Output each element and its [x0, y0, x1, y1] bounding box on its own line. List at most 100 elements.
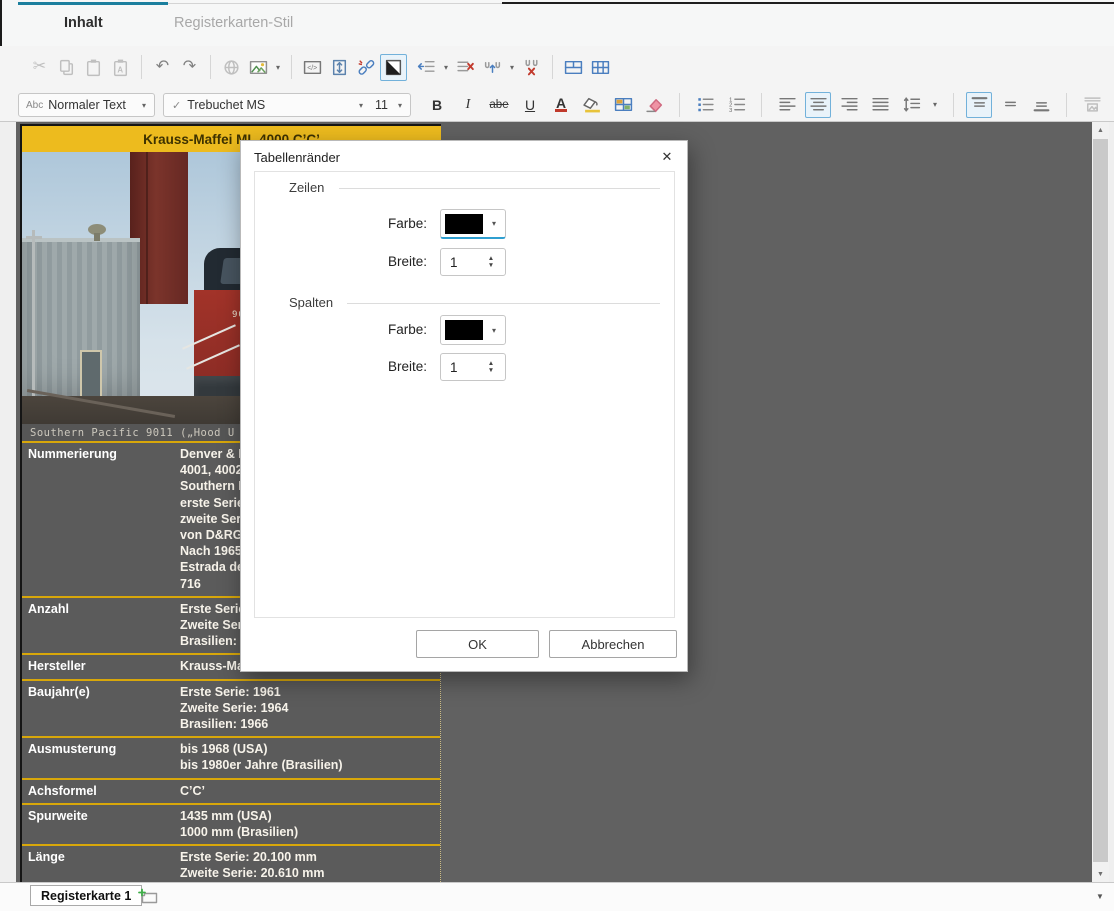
row-label: Anzahl: [22, 601, 180, 650]
paste-icon[interactable]: [80, 54, 107, 81]
svg-text:3: 3: [729, 108, 732, 114]
divider: [1066, 93, 1067, 117]
svg-text:</>: </>: [307, 65, 317, 72]
insert-image-icon[interactable]: [245, 54, 272, 81]
image-menu-caret[interactable]: ▾: [272, 63, 284, 72]
align-justify-icon[interactable]: [867, 92, 893, 118]
divider: [141, 55, 142, 79]
table-row: LängeErste Serie: 20.100 mm Zweite Serie…: [22, 844, 440, 882]
zeilen-spin-down[interactable]: ▼: [488, 263, 494, 269]
unlink-icon[interactable]: [353, 54, 380, 81]
add-tab-icon[interactable]: [138, 888, 160, 904]
spalten-spin-down[interactable]: ▼: [488, 368, 494, 374]
insert-column-icon[interactable]: [479, 54, 506, 81]
cancel-button[interactable]: Abbrechen: [549, 630, 677, 658]
paste-format-icon[interactable]: A: [107, 54, 134, 81]
source-code-icon[interactable]: </>: [299, 54, 326, 81]
toolbar-format: Abc Normaler Text ▾ ✓ Trebuchet MS ▾ 11 …: [0, 88, 1114, 122]
numbered-list-icon[interactable]: 123: [723, 92, 749, 118]
valign-bottom-icon[interactable]: [1028, 92, 1054, 118]
image-position-top-icon[interactable]: [1079, 92, 1105, 118]
copy-icon[interactable]: [53, 54, 80, 81]
registerkarte-tab[interactable]: Registerkarte 1: [30, 885, 142, 906]
align-right-icon[interactable]: [836, 92, 862, 118]
spalten-breite-input[interactable]: [441, 360, 477, 375]
insert-column-caret[interactable]: ▾: [506, 63, 518, 72]
align-center-icon[interactable]: [805, 92, 831, 118]
merge-cells-icon[interactable]: [560, 54, 587, 81]
font-size-caret[interactable]: ▾: [394, 101, 406, 110]
divider: [761, 93, 762, 117]
scroll-down-arrow[interactable]: ▼: [1092, 866, 1109, 882]
insert-link-icon[interactable]: [218, 54, 245, 81]
ok-button[interactable]: OK: [416, 630, 539, 658]
row-label: Spurweite: [22, 808, 180, 840]
font-size-value[interactable]: 11: [375, 98, 388, 112]
spalten-spin-up[interactable]: ▲: [488, 361, 494, 367]
zeilen-group-label: Zeilen: [289, 180, 332, 195]
underline-button[interactable]: U: [517, 92, 543, 118]
top-border-right: [502, 2, 1114, 4]
photo-pole: [32, 230, 35, 424]
app-window: Inhalt Registerkarten-Stil ✂ A ↶ ↷ ▾ </>…: [0, 0, 1114, 911]
align-left-icon[interactable]: [774, 92, 800, 118]
row-value: C’C’: [180, 783, 440, 799]
insert-row-caret[interactable]: ▾: [440, 63, 452, 72]
font-color-button[interactable]: A: [548, 92, 574, 118]
tab-overflow-caret[interactable]: ▼: [1096, 892, 1104, 901]
scroll-up-arrow[interactable]: ▲: [1092, 122, 1109, 138]
paragraph-style-dropdown[interactable]: Abc Normaler Text ▾: [18, 93, 155, 117]
line-height-icon[interactable]: [326, 54, 353, 81]
tab-strip: Inhalt Registerkarten-Stil: [0, 0, 1114, 46]
row-label: Länge: [22, 849, 180, 881]
delete-row-icon[interactable]: [452, 54, 479, 81]
valign-top-icon[interactable]: [966, 92, 992, 118]
divider: [552, 55, 553, 79]
cell-color-icon[interactable]: [610, 92, 636, 118]
tab-inhalt[interactable]: Inhalt: [64, 15, 103, 31]
paragraph-style-value: Normaler Text: [48, 98, 126, 112]
row-label: Baujahr(e): [22, 684, 180, 733]
row-value: bis 1968 (USA) bis 1980er Jahre (Brasili…: [180, 741, 440, 773]
zeilen-breite-label: Breite:: [297, 254, 427, 269]
bold-button[interactable]: B: [424, 92, 450, 118]
insert-row-icon[interactable]: [413, 54, 440, 81]
tab-registerkarten-stil[interactable]: Registerkarten-Stil: [174, 15, 293, 31]
tabellenraender-dialog: Tabellenränder ✕ Zeilen Farbe: ▾ Breite:…: [240, 140, 688, 672]
bottom-tab-bar: Registerkarte 1 ▼: [0, 882, 1114, 911]
row-value: 1435 mm (USA) 1000 mm (Brasilien): [180, 808, 440, 840]
spalten-farbe-dropdown[interactable]: ▾: [440, 315, 506, 345]
row-value: Erste Serie: 20.100 mm Zweite Serie: 20.…: [180, 849, 440, 881]
zeilen-spin-up[interactable]: ▲: [488, 256, 494, 262]
redo-icon[interactable]: ↷: [176, 54, 203, 81]
scroll-thumb[interactable]: [1093, 139, 1108, 862]
invert-colors-icon[interactable]: [380, 54, 407, 81]
photo-roof-vent: [88, 224, 106, 235]
delete-column-icon[interactable]: [518, 54, 545, 81]
image-position-middle-icon[interactable]: [1110, 92, 1114, 118]
italic-button[interactable]: I: [455, 92, 481, 118]
valign-middle-icon[interactable]: [997, 92, 1023, 118]
highlight-color-icon[interactable]: [579, 92, 605, 118]
zeilen-farbe-dropdown[interactable]: ▾: [440, 209, 506, 239]
vertical-scrollbar[interactable]: ▲ ▼: [1092, 122, 1109, 882]
zeilen-breite-input[interactable]: [441, 255, 477, 270]
dialog-content-panel: Zeilen Farbe: ▾ Breite: ▲▼ Spalten Farbe…: [254, 171, 675, 618]
bullet-list-icon[interactable]: [692, 92, 718, 118]
cut-icon[interactable]: ✂: [26, 54, 53, 81]
table-row: Baujahr(e)Erste Serie: 1961 Zweite Serie…: [22, 679, 440, 737]
active-tab-indicator: [18, 2, 168, 5]
style-caret: ▾: [138, 101, 150, 110]
dialog-title: Tabellenränder: [254, 150, 340, 165]
row-label: Achsformel: [22, 783, 180, 799]
check-icon: ✓: [172, 99, 181, 112]
split-cells-icon[interactable]: [587, 54, 614, 81]
close-icon[interactable]: ✕: [658, 148, 676, 166]
strikethrough-button[interactable]: abe: [486, 92, 512, 118]
clear-formatting-icon[interactable]: [641, 92, 667, 118]
line-spacing-icon[interactable]: [898, 92, 924, 118]
font-dropdown[interactable]: ✓ Trebuchet MS ▾ 11 ▾: [163, 93, 411, 117]
spalten-breite-label: Breite:: [297, 359, 427, 374]
undo-icon[interactable]: ↶: [149, 54, 176, 81]
line-spacing-caret[interactable]: ▾: [929, 100, 941, 109]
